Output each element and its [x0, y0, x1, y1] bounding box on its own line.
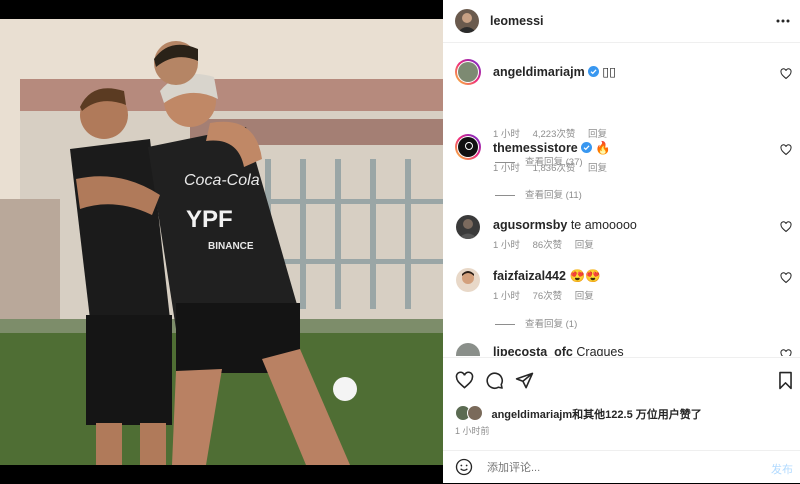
save-bookmark-icon[interactable] — [777, 371, 794, 390]
share-send-icon[interactable] — [515, 371, 534, 390]
comment-text: 🔥 — [595, 141, 611, 155]
comment-text: Craques — [576, 345, 624, 356]
comment-time: 1 小时 — [493, 163, 520, 174]
verified-badge-icon — [587, 66, 599, 77]
like-comment-heart-icon[interactable] — [780, 144, 792, 156]
like-comment-heart-icon[interactable] — [780, 68, 792, 80]
like-heart-icon[interactable] — [455, 371, 474, 390]
comment-likes[interactable]: 76次赞 — [533, 291, 563, 302]
comment-likes[interactable]: 1,836次赞 — [533, 163, 576, 174]
comment-likes[interactable]: 86次赞 — [533, 240, 563, 251]
emoji-smiley-icon[interactable] — [455, 458, 473, 476]
view-replies-label: 查看回复 (1) — [525, 319, 578, 330]
comment-line: themessistore 🔥 — [493, 141, 611, 156]
post-timestamp[interactable]: 1 小时前 — [455, 424, 490, 437]
comment-time: 1 小时 — [493, 240, 520, 251]
commenter-avatar[interactable] — [456, 268, 480, 292]
comment-time: 1 小时 — [493, 291, 520, 302]
post-photo[interactable]: Coca-Cola YPF BINANCE — [0, 19, 443, 465]
commenter-username[interactable]: lipecosta_ofc — [493, 345, 573, 356]
likes-summary: angeldimariajm和其他122.5 万位用户赞了 — [455, 402, 702, 421]
reply-button[interactable]: 回复 — [575, 240, 594, 251]
verified-badge-icon — [580, 142, 592, 153]
comment-text: te amooooo — [570, 218, 637, 232]
view-replies-button[interactable]: 查看回复 (11) — [495, 187, 582, 201]
like-comment-heart-icon[interactable] — [780, 221, 792, 233]
commenter-username[interactable]: faizfaizal442 — [493, 269, 566, 283]
comments-list[interactable]: angeldimariajm ▯▯ 1 小时 4,223次赞 回复 查看回复 (… — [443, 43, 800, 356]
comment-line: faizfaizal442 😍😍 — [493, 269, 601, 284]
comment-input[interactable] — [485, 457, 759, 479]
view-replies-button[interactable]: 查看回复 (1) — [495, 316, 577, 330]
view-replies-label: 查看回复 (11) — [525, 190, 582, 201]
comment-text: ▯▯ — [602, 65, 616, 79]
author-username[interactable]: leomessi — [490, 14, 544, 28]
reply-button[interactable]: 回复 — [575, 291, 594, 302]
post-header: leomessi — [443, 0, 800, 43]
photo-jersey-brand: Coca-Cola — [184, 172, 260, 189]
post-comment-button[interactable]: 发布 — [771, 461, 793, 477]
comment-time: 1 小时 — [493, 129, 520, 140]
like-comment-heart-icon[interactable] — [780, 349, 792, 356]
comment-bubble-icon[interactable] — [485, 371, 504, 390]
more-horizontal-icon[interactable] — [776, 14, 790, 28]
comment-line: lipecosta_ofc Craques — [493, 345, 624, 356]
photo-jersey-sponsor: YPF — [186, 206, 233, 233]
likes-summary-text[interactable]: 和其他122.5 万位用户赞了 — [572, 409, 702, 421]
liker-avatar — [467, 405, 483, 421]
photo-sleeve-text: BINANCE — [208, 241, 254, 252]
commenter-avatar[interactable] — [455, 59, 481, 85]
photo-illustration: Coca-Cola YPF BINANCE — [0, 19, 443, 465]
comment-meta: 1 小时 1,836次赞 回复 — [493, 160, 617, 174]
likes-summary-user[interactable]: angeldimariajm — [491, 409, 572, 421]
comment-line: agusormsby te amooooo — [493, 218, 637, 232]
comment-meta: 1 小时 76次赞 回复 — [493, 288, 604, 302]
reply-button[interactable]: 回复 — [588, 129, 607, 140]
comment-text: 😍😍 — [569, 269, 601, 283]
commenter-username[interactable]: themessistore — [493, 141, 578, 155]
like-comment-heart-icon[interactable] — [780, 272, 792, 284]
commenter-username[interactable]: angeldimariajm — [493, 65, 585, 79]
author-avatar[interactable] — [455, 9, 479, 33]
post-actions: angeldimariajm和其他122.5 万位用户赞了 1 小时前 — [443, 357, 800, 451]
commenter-avatar[interactable] — [455, 134, 481, 160]
comment-line: angeldimariajm ▯▯ — [493, 64, 616, 79]
post-side-panel: leomessi angeldimariajm ▯▯ 1 小时 4,223次赞 … — [443, 0, 800, 483]
commenter-username[interactable]: agusormsby — [493, 218, 567, 232]
commenter-avatar[interactable] — [456, 215, 480, 239]
add-comment-bar: 发布 — [443, 450, 800, 484]
comment-meta: 1 小时 86次赞 回复 — [493, 237, 604, 251]
post-media-area: Coca-Cola YPF BINANCE — [0, 0, 443, 483]
commenter-avatar[interactable] — [456, 343, 480, 356]
comment-meta: 1 小时 4,223次赞 回复 — [493, 126, 617, 140]
reply-button[interactable]: 回复 — [588, 163, 607, 174]
comment-likes[interactable]: 4,223次赞 — [533, 129, 576, 140]
